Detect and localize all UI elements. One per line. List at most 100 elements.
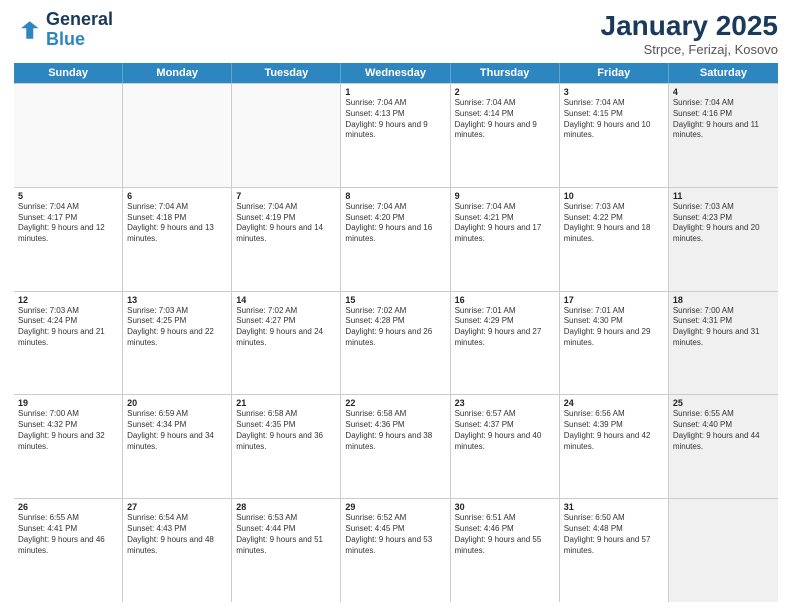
cell-info: Sunrise: 6:56 AMSunset: 4:39 PMDaylight:…: [564, 409, 664, 452]
cell-info: Sunrise: 6:53 AMSunset: 4:44 PMDaylight:…: [236, 513, 336, 556]
day-number: 18: [673, 295, 774, 305]
day-number: 27: [127, 502, 227, 512]
calendar-week-2: 5Sunrise: 7:04 AMSunset: 4:17 PMDaylight…: [14, 188, 778, 292]
calendar-week-3: 12Sunrise: 7:03 AMSunset: 4:24 PMDayligh…: [14, 292, 778, 396]
cell-info: Sunrise: 7:04 AMSunset: 4:14 PMDaylight:…: [455, 98, 555, 141]
cell-info: Sunrise: 6:57 AMSunset: 4:37 PMDaylight:…: [455, 409, 555, 452]
cell-info: Sunrise: 7:03 AMSunset: 4:25 PMDaylight:…: [127, 306, 227, 349]
cell-info: Sunrise: 7:04 AMSunset: 4:19 PMDaylight:…: [236, 202, 336, 245]
cell-info: Sunrise: 7:04 AMSunset: 4:18 PMDaylight:…: [127, 202, 227, 245]
calendar-body: 1Sunrise: 7:04 AMSunset: 4:13 PMDaylight…: [14, 83, 778, 602]
header: General Blue January 2025 Strpce, Feriza…: [14, 10, 778, 57]
day-number: 14: [236, 295, 336, 305]
cell-info: Sunrise: 7:04 AMSunset: 4:16 PMDaylight:…: [673, 98, 774, 141]
day-number: 21: [236, 398, 336, 408]
cell-info: Sunrise: 6:55 AMSunset: 4:41 PMDaylight:…: [18, 513, 118, 556]
cell-info: Sunrise: 6:58 AMSunset: 4:35 PMDaylight:…: [236, 409, 336, 452]
day-number: 24: [564, 398, 664, 408]
calendar-cell: 5Sunrise: 7:04 AMSunset: 4:17 PMDaylight…: [14, 188, 123, 291]
cell-info: Sunrise: 6:58 AMSunset: 4:36 PMDaylight:…: [345, 409, 445, 452]
calendar-cell: 27Sunrise: 6:54 AMSunset: 4:43 PMDayligh…: [123, 499, 232, 602]
calendar-cell: 16Sunrise: 7:01 AMSunset: 4:29 PMDayligh…: [451, 292, 560, 395]
day-number: 5: [18, 191, 118, 201]
calendar-cell: 10Sunrise: 7:03 AMSunset: 4:22 PMDayligh…: [560, 188, 669, 291]
cell-info: Sunrise: 6:55 AMSunset: 4:40 PMDaylight:…: [673, 409, 774, 452]
calendar-week-4: 19Sunrise: 7:00 AMSunset: 4:32 PMDayligh…: [14, 395, 778, 499]
calendar-cell: 21Sunrise: 6:58 AMSunset: 4:35 PMDayligh…: [232, 395, 341, 498]
cell-info: Sunrise: 6:54 AMSunset: 4:43 PMDaylight:…: [127, 513, 227, 556]
cell-info: Sunrise: 7:00 AMSunset: 4:31 PMDaylight:…: [673, 306, 774, 349]
header-day-tuesday: Tuesday: [232, 63, 341, 83]
day-number: 19: [18, 398, 118, 408]
calendar-cell: 11Sunrise: 7:03 AMSunset: 4:23 PMDayligh…: [669, 188, 778, 291]
day-number: 17: [564, 295, 664, 305]
day-number: 22: [345, 398, 445, 408]
calendar-cell: 20Sunrise: 6:59 AMSunset: 4:34 PMDayligh…: [123, 395, 232, 498]
header-day-wednesday: Wednesday: [341, 63, 450, 83]
header-day-friday: Friday: [560, 63, 669, 83]
logo-text: General Blue: [46, 10, 113, 50]
cell-info: Sunrise: 6:59 AMSunset: 4:34 PMDaylight:…: [127, 409, 227, 452]
logo-icon: [14, 16, 42, 44]
calendar-cell: 22Sunrise: 6:58 AMSunset: 4:36 PMDayligh…: [341, 395, 450, 498]
day-number: 31: [564, 502, 664, 512]
calendar-cell: 31Sunrise: 6:50 AMSunset: 4:48 PMDayligh…: [560, 499, 669, 602]
day-number: 15: [345, 295, 445, 305]
day-number: 11: [673, 191, 774, 201]
cell-info: Sunrise: 6:50 AMSunset: 4:48 PMDaylight:…: [564, 513, 664, 556]
calendar-cell: 12Sunrise: 7:03 AMSunset: 4:24 PMDayligh…: [14, 292, 123, 395]
cell-info: Sunrise: 6:52 AMSunset: 4:45 PMDaylight:…: [345, 513, 445, 556]
day-number: 8: [345, 191, 445, 201]
calendar-cell: 6Sunrise: 7:04 AMSunset: 4:18 PMDaylight…: [123, 188, 232, 291]
page: General Blue January 2025 Strpce, Feriza…: [0, 0, 792, 612]
header-day-sunday: Sunday: [14, 63, 123, 83]
day-number: 10: [564, 191, 664, 201]
calendar-cell: 28Sunrise: 6:53 AMSunset: 4:44 PMDayligh…: [232, 499, 341, 602]
cell-info: Sunrise: 7:04 AMSunset: 4:17 PMDaylight:…: [18, 202, 118, 245]
logo-line2: Blue: [46, 29, 85, 49]
calendar-cell: [232, 84, 341, 187]
cell-info: Sunrise: 6:51 AMSunset: 4:46 PMDaylight:…: [455, 513, 555, 556]
calendar-cell: [669, 499, 778, 602]
logo-line1: General: [46, 10, 113, 30]
day-number: 1: [345, 87, 445, 97]
day-number: 12: [18, 295, 118, 305]
day-number: 13: [127, 295, 227, 305]
day-number: 25: [673, 398, 774, 408]
day-number: 26: [18, 502, 118, 512]
calendar-cell: 3Sunrise: 7:04 AMSunset: 4:15 PMDaylight…: [560, 84, 669, 187]
calendar-cell: 30Sunrise: 6:51 AMSunset: 4:46 PMDayligh…: [451, 499, 560, 602]
logo: General Blue: [14, 10, 113, 50]
calendar-cell: 23Sunrise: 6:57 AMSunset: 4:37 PMDayligh…: [451, 395, 560, 498]
cell-info: Sunrise: 7:02 AMSunset: 4:28 PMDaylight:…: [345, 306, 445, 349]
calendar-cell: 2Sunrise: 7:04 AMSunset: 4:14 PMDaylight…: [451, 84, 560, 187]
cell-info: Sunrise: 7:03 AMSunset: 4:23 PMDaylight:…: [673, 202, 774, 245]
calendar-cell: 4Sunrise: 7:04 AMSunset: 4:16 PMDaylight…: [669, 84, 778, 187]
calendar-cell: 7Sunrise: 7:04 AMSunset: 4:19 PMDaylight…: [232, 188, 341, 291]
calendar: SundayMondayTuesdayWednesdayThursdayFrid…: [14, 63, 778, 602]
cell-info: Sunrise: 7:01 AMSunset: 4:30 PMDaylight:…: [564, 306, 664, 349]
calendar-cell: 8Sunrise: 7:04 AMSunset: 4:20 PMDaylight…: [341, 188, 450, 291]
day-number: 7: [236, 191, 336, 201]
day-number: 23: [455, 398, 555, 408]
cell-info: Sunrise: 7:01 AMSunset: 4:29 PMDaylight:…: [455, 306, 555, 349]
cell-info: Sunrise: 7:02 AMSunset: 4:27 PMDaylight:…: [236, 306, 336, 349]
day-number: 30: [455, 502, 555, 512]
cell-info: Sunrise: 7:04 AMSunset: 4:13 PMDaylight:…: [345, 98, 445, 141]
calendar-cell: 14Sunrise: 7:02 AMSunset: 4:27 PMDayligh…: [232, 292, 341, 395]
calendar-cell: [14, 84, 123, 187]
calendar-cell: 25Sunrise: 6:55 AMSunset: 4:40 PMDayligh…: [669, 395, 778, 498]
calendar-cell: 29Sunrise: 6:52 AMSunset: 4:45 PMDayligh…: [341, 499, 450, 602]
calendar-cell: 17Sunrise: 7:01 AMSunset: 4:30 PMDayligh…: [560, 292, 669, 395]
header-day-thursday: Thursday: [451, 63, 560, 83]
calendar-cell: 1Sunrise: 7:04 AMSunset: 4:13 PMDaylight…: [341, 84, 450, 187]
title-block: January 2025 Strpce, Ferizaj, Kosovo: [601, 10, 778, 57]
calendar-week-1: 1Sunrise: 7:04 AMSunset: 4:13 PMDaylight…: [14, 83, 778, 188]
calendar-cell: [123, 84, 232, 187]
cell-info: Sunrise: 7:03 AMSunset: 4:22 PMDaylight:…: [564, 202, 664, 245]
day-number: 6: [127, 191, 227, 201]
cell-info: Sunrise: 7:04 AMSunset: 4:20 PMDaylight:…: [345, 202, 445, 245]
header-day-monday: Monday: [123, 63, 232, 83]
cell-info: Sunrise: 7:04 AMSunset: 4:15 PMDaylight:…: [564, 98, 664, 141]
calendar-cell: 19Sunrise: 7:00 AMSunset: 4:32 PMDayligh…: [14, 395, 123, 498]
